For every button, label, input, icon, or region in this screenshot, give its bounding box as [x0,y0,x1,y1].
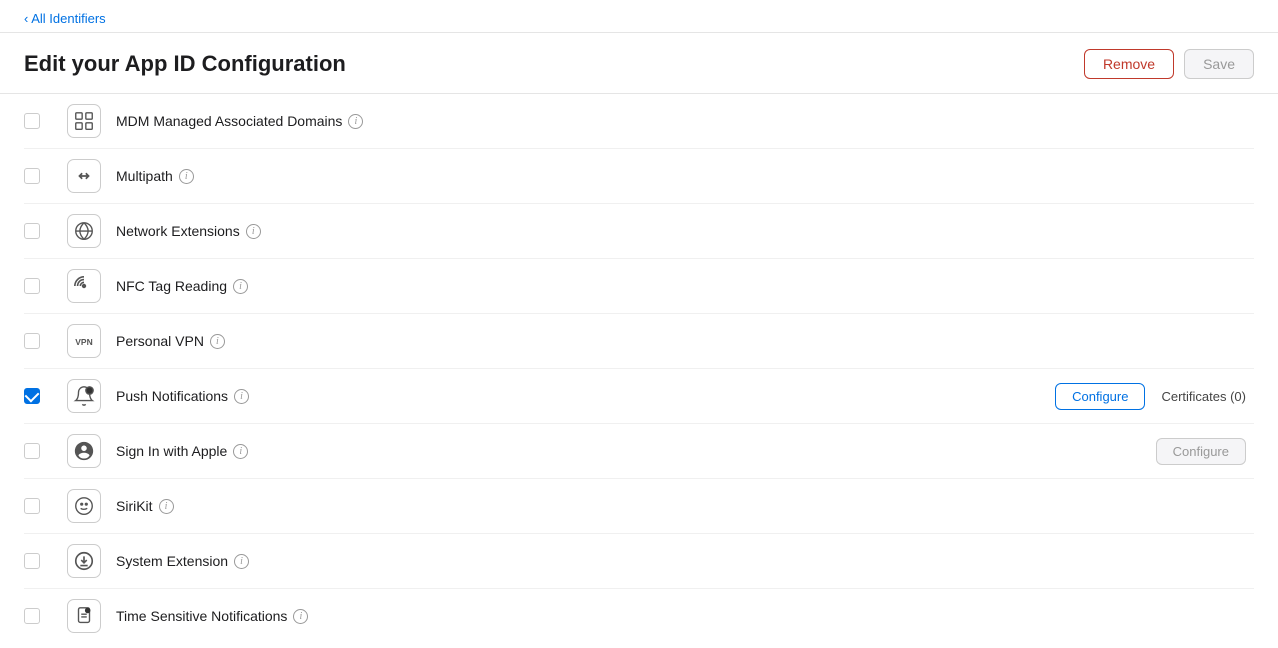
checkbox-push-notifications[interactable] [24,388,40,404]
configure-button-push-notifications[interactable]: Configure [1055,383,1145,410]
cap-name-multipath: Multipath [116,168,173,184]
page-title: Edit your App ID Configuration [24,51,346,77]
cap-actions-sign-in-with-apple: Configure [1156,438,1254,465]
capability-row-mdm-managed: MDM Managed Associated Domains i [24,94,1254,149]
checkbox-network-extensions[interactable] [24,223,40,239]
info-icon-multipath[interactable]: i [179,169,194,184]
info-icon-mdm-managed[interactable]: i [348,114,363,129]
cap-name-system-extension: System Extension [116,553,228,569]
capability-row-sirikit: SiriKit i [24,479,1254,534]
icon-personal-vpn: VPN [67,324,101,358]
checkbox-sirikit[interactable] [24,498,40,514]
cap-name-personal-vpn: Personal VPN [116,333,204,349]
checkbox-system-extension[interactable] [24,553,40,569]
checkbox-personal-vpn[interactable] [24,333,40,349]
svg-text:VPN: VPN [75,337,92,347]
info-icon-push-notifications[interactable]: i [234,389,249,404]
icon-network-extensions [67,214,101,248]
icon-multipath [67,159,101,193]
capability-row-network-extensions: Network Extensions i [24,204,1254,259]
capability-row-personal-vpn: VPN Personal VPN i [24,314,1254,369]
capability-row-multipath: Multipath i [24,149,1254,204]
cert-label-push-notifications: Certificates (0) [1161,389,1246,404]
page-header: Edit your App ID Configuration Remove Sa… [0,33,1278,94]
info-icon-personal-vpn[interactable]: i [210,334,225,349]
checkbox-nfc-tag-reading[interactable] [24,278,40,294]
remove-button[interactable]: Remove [1084,49,1174,79]
save-button[interactable]: Save [1184,49,1254,79]
cap-name-mdm-managed: MDM Managed Associated Domains [116,113,342,129]
header-actions: Remove Save [1084,49,1254,79]
info-icon-time-sensitive[interactable]: i [293,609,308,624]
configure-button-sign-in-with-apple[interactable]: Configure [1156,438,1246,465]
capability-row-nfc-tag-reading: NFC Tag Reading i [24,259,1254,314]
back-link[interactable]: All Identifiers [24,11,106,26]
cap-name-time-sensitive: Time Sensitive Notifications [116,608,287,624]
checkbox-mdm-managed[interactable] [24,113,40,129]
icon-nfc-tag-reading [67,269,101,303]
capability-row-push-notifications: Push Notifications i Configure Certificates… [24,369,1254,424]
info-icon-system-extension[interactable]: i [234,554,249,569]
icon-sirikit [67,489,101,523]
capability-row-system-extension: System Extension i [24,534,1254,589]
checkbox-time-sensitive[interactable] [24,608,40,624]
info-icon-nfc-tag-reading[interactable]: i [233,279,248,294]
capability-list: MDM Managed Associated DomainsiMultipath… [0,94,1278,643]
info-icon-sign-in-with-apple[interactable]: i [233,444,248,459]
cap-actions-push-notifications: Configure Certificates (0) [1055,383,1254,410]
icon-system-extension [67,544,101,578]
cap-name-push-notifications: Push Notifications [116,388,228,404]
cap-name-nfc-tag-reading: NFC Tag Reading [116,278,227,294]
capability-row-time-sensitive: Time Sensitive Notifications i [24,589,1254,643]
checkbox-multipath[interactable] [24,168,40,184]
info-icon-network-extensions[interactable]: i [246,224,261,239]
icon-push-notifications [67,379,101,413]
cap-name-sign-in-with-apple: Sign In with Apple [116,443,227,459]
checkbox-sign-in-with-apple[interactable] [24,443,40,459]
icon-time-sensitive [67,599,101,633]
cap-name-network-extensions: Network Extensions [116,223,240,239]
capability-row-sign-in-with-apple: Sign In with Apple i Configure [24,424,1254,479]
cap-name-sirikit: SiriKit [116,498,153,514]
icon-mdm-managed [67,104,101,138]
icon-sign-in-with-apple [67,434,101,468]
info-icon-sirikit[interactable]: i [159,499,174,514]
